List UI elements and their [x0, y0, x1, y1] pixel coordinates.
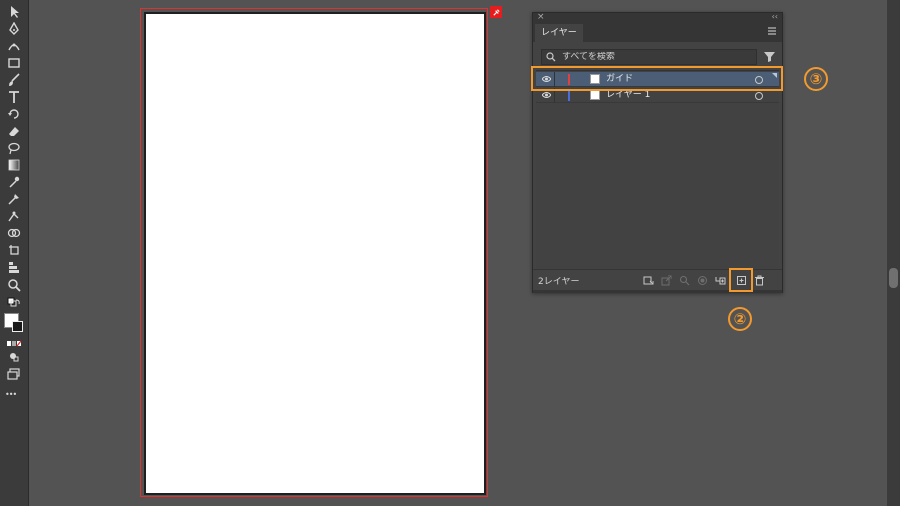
selection-icon[interactable] [4, 4, 24, 20]
gradient-icon[interactable] [4, 157, 24, 173]
puppet-warp-icon[interactable] [4, 208, 24, 224]
default-fill-stroke-icon[interactable] [4, 296, 24, 312]
filter-icon[interactable] [764, 51, 775, 62]
edit-toolbar-icon[interactable]: ••• [5, 390, 17, 399]
export-icon[interactable] [661, 275, 672, 286]
layer-color-bar [568, 90, 570, 101]
zoom-icon[interactable] [4, 277, 24, 293]
blend-icon[interactable] [4, 191, 24, 207]
eye-icon[interactable] [542, 91, 551, 99]
stroke-swatch[interactable] [12, 321, 23, 332]
new-sublayer-icon[interactable] [715, 275, 726, 286]
collect-export-icon[interactable] [643, 275, 654, 286]
tab-layers[interactable]: レイヤー [535, 24, 583, 42]
artboard-icon[interactable] [4, 242, 24, 258]
panel-tab-bar: レイヤー [533, 22, 782, 42]
annotation-highlight-new-layer [729, 268, 753, 292]
layer-search-box[interactable] [541, 49, 757, 65]
draw-mode-icon[interactable] [4, 349, 24, 365]
target-circle-icon[interactable] [755, 92, 763, 100]
type-icon[interactable] [4, 89, 24, 105]
annotation-number-2: ② [728, 307, 752, 331]
layers-panel: × ‹‹ レイヤー ガイド レイヤー 1 2レイヤー [532, 12, 783, 293]
paintbrush-icon[interactable] [4, 72, 24, 88]
rectangle-icon[interactable] [4, 55, 24, 71]
layer-list: ガイド レイヤー 1 [536, 70, 779, 271]
curvature-icon[interactable] [4, 38, 24, 54]
screen-mode-icon[interactable] [4, 366, 24, 382]
shape-builder-icon[interactable] [4, 225, 24, 241]
annotation-highlight-layer-row [531, 66, 783, 91]
layer-thumbnail [590, 90, 600, 100]
rotate-icon[interactable] [4, 106, 24, 122]
layer-count: 2レイヤー [538, 277, 580, 287]
graph-icon[interactable] [4, 259, 24, 275]
eyedropper-icon[interactable] [4, 174, 24, 190]
delete-icon[interactable] [754, 275, 765, 286]
search-input[interactable] [562, 52, 742, 62]
clipping-mask-icon[interactable] [697, 275, 708, 286]
search-icon [546, 52, 556, 62]
artboard[interactable] [144, 12, 486, 495]
artboard-pin-icon[interactable] [490, 6, 502, 18]
scroll-thumb[interactable] [889, 268, 898, 288]
eraser-icon[interactable] [4, 123, 24, 139]
annotation-number-3: ③ [804, 67, 828, 91]
pen-icon[interactable] [4, 21, 24, 37]
panel-title-bar[interactable]: × ‹‹ [533, 12, 782, 22]
locate-icon[interactable] [679, 275, 690, 286]
lasso-icon[interactable] [4, 140, 24, 156]
right-scrollbar [887, 0, 900, 506]
tools-panel: ••• [0, 0, 29, 506]
panel-menu-icon[interactable] [767, 26, 777, 36]
